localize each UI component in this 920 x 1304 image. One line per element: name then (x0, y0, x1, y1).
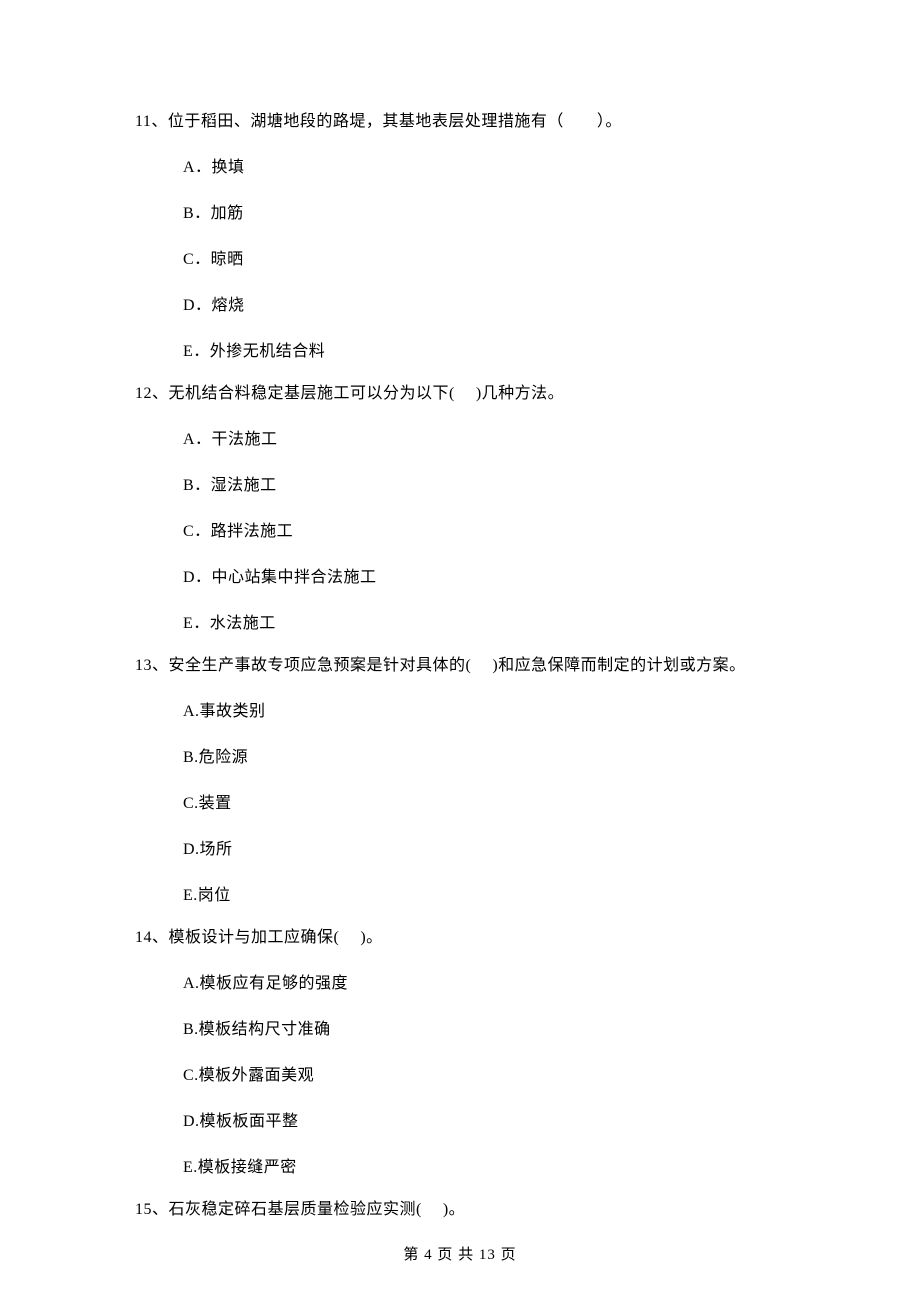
question-13: 13、安全生产事故专项应急预案是针对具体的( )和应急保障而制定的计划或方案。 … (135, 654, 785, 908)
option-c: C．路拌法施工 (183, 520, 785, 544)
option-e: E.岗位 (183, 884, 785, 908)
option-c: C.模板外露面美观 (183, 1064, 785, 1088)
option-b: B．加筋 (183, 202, 785, 226)
question-stem: 14、模板设计与加工应确保( )。 (135, 926, 785, 950)
question-number: 11、 (135, 113, 168, 130)
question-options: A.模板应有足够的强度 B.模板结构尺寸准确 C.模板外露面美观 D.模板板面平… (135, 972, 785, 1180)
option-e: E.模板接缝严密 (183, 1156, 785, 1180)
question-11: 11、位于稻田、湖塘地段的路堤，其基地表层处理措施有（ ）。 A．换填 B．加筋… (135, 110, 785, 364)
question-stem: 15、石灰稳定碎石基层质量检验应实测( )。 (135, 1198, 785, 1222)
option-b: B.模板结构尺寸准确 (183, 1018, 785, 1042)
option-b: B．湿法施工 (183, 474, 785, 498)
option-d: D.模板板面平整 (183, 1110, 785, 1134)
question-text: 无机结合料稳定基层施工可以分为以下( )几种方法。 (169, 385, 565, 402)
option-e: E．外掺无机结合料 (183, 340, 785, 364)
option-a: A.事故类别 (183, 700, 785, 724)
option-e: E．水法施工 (183, 612, 785, 636)
question-options: A.事故类别 B.危险源 C.装置 D.场所 E.岗位 (135, 700, 785, 908)
question-number: 15、 (135, 1201, 169, 1218)
option-c: C．晾晒 (183, 248, 785, 272)
option-a: A．换填 (183, 156, 785, 180)
question-stem: 13、安全生产事故专项应急预案是针对具体的( )和应急保障而制定的计划或方案。 (135, 654, 785, 678)
question-stem: 11、位于稻田、湖塘地段的路堤，其基地表层处理措施有（ ）。 (135, 110, 785, 134)
question-stem: 12、无机结合料稳定基层施工可以分为以下( )几种方法。 (135, 382, 785, 406)
question-number: 13、 (135, 657, 169, 674)
question-options: A．换填 B．加筋 C．晾晒 D．熔烧 E．外掺无机结合料 (135, 156, 785, 364)
question-number: 14、 (135, 929, 169, 946)
page-content: 11、位于稻田、湖塘地段的路堤，其基地表层处理措施有（ ）。 A．换填 B．加筋… (0, 0, 920, 1304)
option-c: C.装置 (183, 792, 785, 816)
question-text: 位于稻田、湖塘地段的路堤，其基地表层处理措施有（ ）。 (168, 113, 622, 130)
question-12: 12、无机结合料稳定基层施工可以分为以下( )几种方法。 A．干法施工 B．湿法… (135, 382, 785, 636)
option-a: A.模板应有足够的强度 (183, 972, 785, 996)
option-a: A．干法施工 (183, 428, 785, 452)
option-d: D.场所 (183, 838, 785, 862)
question-number: 12、 (135, 385, 169, 402)
option-d: D．中心站集中拌合法施工 (183, 566, 785, 590)
question-text: 模板设计与加工应确保( )。 (169, 929, 383, 946)
page-footer: 第 4 页 共 13 页 (0, 1244, 920, 1267)
question-15: 15、石灰稳定碎石基层质量检验应实测( )。 (135, 1198, 785, 1222)
option-b: B.危险源 (183, 746, 785, 770)
question-text: 石灰稳定碎石基层质量检验应实测( )。 (169, 1201, 466, 1218)
option-d: D．熔烧 (183, 294, 785, 318)
question-text: 安全生产事故专项应急预案是针对具体的( )和应急保障而制定的计划或方案。 (169, 657, 746, 674)
question-14: 14、模板设计与加工应确保( )。 A.模板应有足够的强度 B.模板结构尺寸准确… (135, 926, 785, 1180)
question-options: A．干法施工 B．湿法施工 C．路拌法施工 D．中心站集中拌合法施工 E．水法施… (135, 428, 785, 636)
